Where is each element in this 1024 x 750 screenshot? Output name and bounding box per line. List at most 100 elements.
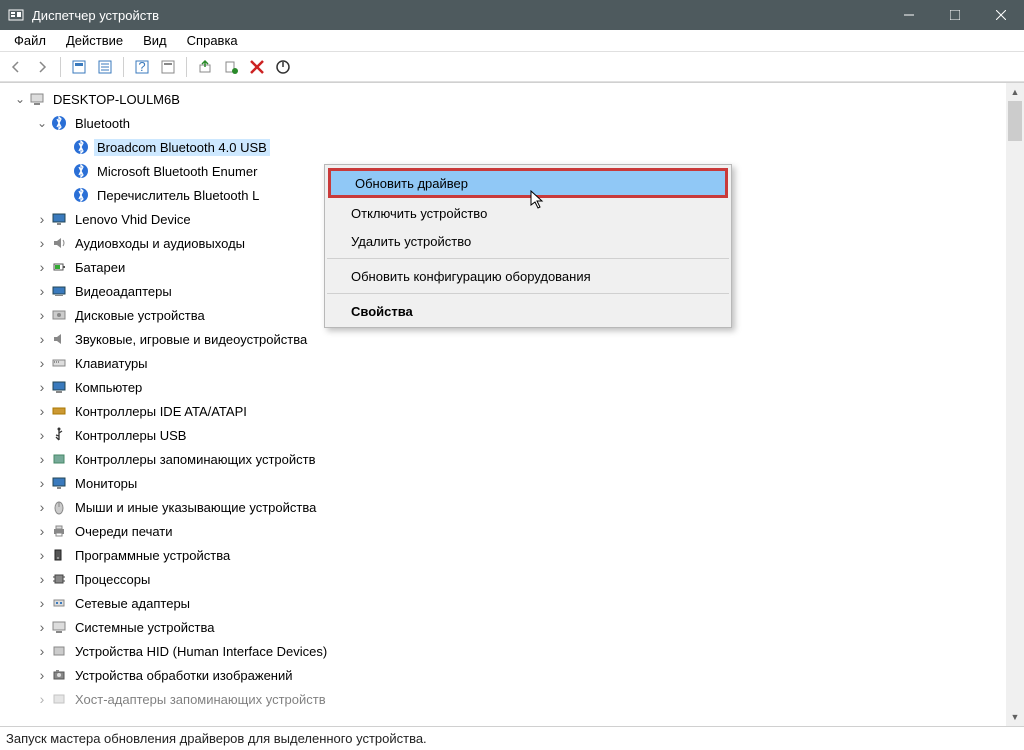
menu-help[interactable]: Справка [177,31,248,50]
minimize-button[interactable] [886,0,932,30]
ctx-disable-device[interactable]: Отключить устройство [327,199,729,227]
expand-icon[interactable] [34,643,50,659]
computer-icon [50,378,68,396]
monitor-icon [50,210,68,228]
scroll-down-icon[interactable]: ▼ [1006,708,1024,726]
expand-icon[interactable] [34,235,50,251]
tree-category[interactable]: Системные устройства [0,615,1006,639]
context-menu: Обновить драйвер Отключить устройство Уд… [324,164,732,328]
titlebar: Диспетчер устройств [0,0,1024,30]
sound-icon [50,330,68,348]
hid-icon [50,642,68,660]
toolbar-show-hidden[interactable] [67,55,91,79]
toolbar-forward[interactable] [30,55,54,79]
toolbar-uninstall[interactable] [245,55,269,79]
tree-category[interactable]: Мониторы [0,471,1006,495]
expand-icon[interactable] [34,379,50,395]
tree-label: Контроллеры IDE ATA/ATAPI [72,403,250,420]
expand-icon[interactable] [34,595,50,611]
expand-icon[interactable] [34,331,50,347]
imaging-icon [50,666,68,684]
ctx-remove-device[interactable]: Удалить устройство [327,227,729,255]
tree-category[interactable]: Мыши и иные указывающие устройства [0,495,1006,519]
expand-icon[interactable] [34,523,50,539]
tree-label: Перечислитель Bluetooth L [94,187,262,204]
tree-category[interactable]: Контроллеры USB [0,423,1006,447]
toolbar: ? [0,52,1024,82]
window-title: Диспетчер устройств [32,8,886,23]
tree-category[interactable]: Устройства обработки изображений [0,663,1006,687]
expand-icon[interactable] [34,116,50,130]
expand-icon[interactable] [34,427,50,443]
toolbar-disable[interactable] [271,55,295,79]
expand-icon[interactable] [34,619,50,635]
tree-category[interactable]: Устройства HID (Human Interface Devices) [0,639,1006,663]
ctx-label: Свойства [351,304,413,319]
tree-category[interactable]: Программные устройства [0,543,1006,567]
expand-icon[interactable] [34,475,50,491]
ctx-scan-hardware[interactable]: Обновить конфигурацию оборудования [327,262,729,290]
printer-icon [50,522,68,540]
ctx-update-driver[interactable]: Обновить драйвер [328,168,728,198]
expand-icon[interactable] [34,355,50,371]
tree-label: Broadcom Bluetooth 4.0 USB [94,139,270,156]
tree-category[interactable]: Процессоры [0,567,1006,591]
software-device-icon [50,546,68,564]
cpu-icon [50,570,68,588]
tree-label: Клавиатуры [72,355,151,372]
tree-label: Видеоадаптеры [72,283,175,300]
storage-controller-icon [50,450,68,468]
expand-icon[interactable] [34,403,50,419]
tree-label: Сетевые адаптеры [72,595,193,612]
tree-device-selected[interactable]: Broadcom Bluetooth 4.0 USB [0,135,1006,159]
tree-category[interactable]: Компьютер [0,375,1006,399]
expand-icon[interactable] [34,667,50,683]
svg-text:?: ? [138,59,145,74]
toolbar-back[interactable] [4,55,28,79]
tree-category[interactable]: Контроллеры запоминающих устройств [0,447,1006,471]
expand-icon[interactable] [12,92,28,106]
tree-category[interactable]: Клавиатуры [0,351,1006,375]
tree-category-bluetooth[interactable]: Bluetooth [0,111,1006,135]
expand-icon[interactable] [34,571,50,587]
tree-category[interactable]: Сетевые адаптеры [0,591,1006,615]
expand-icon[interactable] [34,499,50,515]
tree-label: Компьютер [72,379,145,396]
ctx-label: Обновить драйвер [355,176,468,191]
bluetooth-icon [72,186,90,204]
menu-action[interactable]: Действие [56,31,133,50]
expand-icon[interactable] [34,283,50,299]
scroll-thumb[interactable] [1008,101,1022,141]
close-button[interactable] [978,0,1024,30]
tree-label: Контроллеры USB [72,427,189,444]
tree-category[interactable]: Очереди печати [0,519,1006,543]
tree-category[interactable]: Звуковые, игровые и видеоустройства [0,327,1006,351]
vertical-scrollbar[interactable]: ▲ ▼ [1006,83,1024,726]
toolbar-details[interactable] [93,55,117,79]
expand-icon[interactable] [34,691,50,707]
tree-label: Программные устройства [72,547,233,564]
maximize-button[interactable] [932,0,978,30]
toolbar-update-driver[interactable] [193,55,217,79]
tree-category[interactable]: Хост-адаптеры запоминающих устройств [0,687,1006,711]
ctx-label: Удалить устройство [351,234,471,249]
ctx-properties[interactable]: Свойства [327,297,729,325]
menu-view[interactable]: Вид [133,31,177,50]
expand-icon[interactable] [34,547,50,563]
bluetooth-icon [50,114,68,132]
expand-icon[interactable] [34,307,50,323]
toolbar-help[interactable]: ? [130,55,154,79]
tree-label: Мониторы [72,475,140,492]
expand-icon[interactable] [34,259,50,275]
toolbar-scan[interactable] [219,55,243,79]
bluetooth-icon [72,162,90,180]
tree-root[interactable]: DESKTOP-LOULM6B [0,87,1006,111]
expand-icon[interactable] [34,211,50,227]
cursor-icon [530,190,546,210]
scroll-up-icon[interactable]: ▲ [1006,83,1024,101]
expand-icon[interactable] [34,451,50,467]
toolbar-properties[interactable] [156,55,180,79]
ctx-separator [327,293,729,294]
tree-category[interactable]: Контроллеры IDE ATA/ATAPI [0,399,1006,423]
menu-file[interactable]: Файл [4,31,56,50]
